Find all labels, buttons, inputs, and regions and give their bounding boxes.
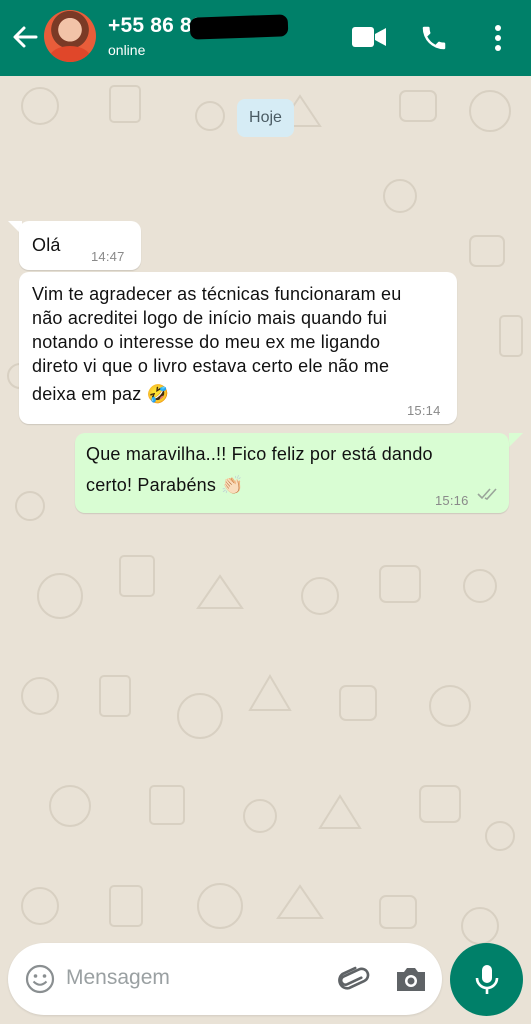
more-vert-icon[interactable]	[492, 24, 504, 52]
message-line: não acreditei logo de início mais quando…	[32, 308, 388, 328]
message-time: 15:14	[407, 403, 441, 418]
message-composer[interactable]: Mensagem	[8, 943, 442, 1015]
contact-status: online	[108, 42, 146, 58]
read-receipt-icon	[477, 488, 497, 500]
message-bubble-incoming[interactable]: Vim te agradecer as técnicas funcionaram…	[19, 272, 457, 424]
camera-icon[interactable]	[394, 965, 428, 993]
phone-icon[interactable]	[419, 23, 449, 53]
wallpaper-doodles	[7, 85, 523, 945]
message-text: Olá	[32, 235, 61, 255]
message-line: notando o interesse do meu ex me ligando	[32, 332, 381, 352]
message-line: deixa em paz 🤣	[32, 384, 170, 404]
redaction-mark	[189, 14, 289, 40]
message-time: 15:16	[435, 493, 469, 508]
message-line: Vim te agradecer as técnicas funcionaram…	[32, 284, 402, 304]
emoji-icon[interactable]	[25, 964, 55, 994]
message-input-placeholder[interactable]: Mensagem	[66, 966, 170, 990]
message-bubble-incoming[interactable]: Olá 14:47	[19, 221, 141, 270]
mic-button[interactable]	[450, 943, 523, 1016]
video-call-icon[interactable]	[351, 25, 387, 49]
message-line: direto vi que o livro estava certo ele n…	[32, 356, 390, 376]
chat-wallpaper	[0, 76, 531, 1024]
message-time: 14:47	[91, 249, 125, 264]
mic-icon	[475, 965, 499, 994]
message-line: certo! Parabéns 👏🏻	[86, 475, 244, 495]
message-bubble-outgoing[interactable]: Que maravilha..!! Fico feliz por está da…	[75, 433, 509, 513]
chat-header: +55 86 88 online	[0, 0, 531, 76]
message-line: Que maravilha..!! Fico feliz por está da…	[86, 444, 433, 464]
back-arrow-icon[interactable]	[10, 22, 40, 52]
avatar[interactable]	[44, 10, 96, 62]
bubble-tail	[509, 433, 523, 447]
date-chip: Hoje	[237, 99, 294, 137]
attach-icon[interactable]	[336, 963, 370, 997]
